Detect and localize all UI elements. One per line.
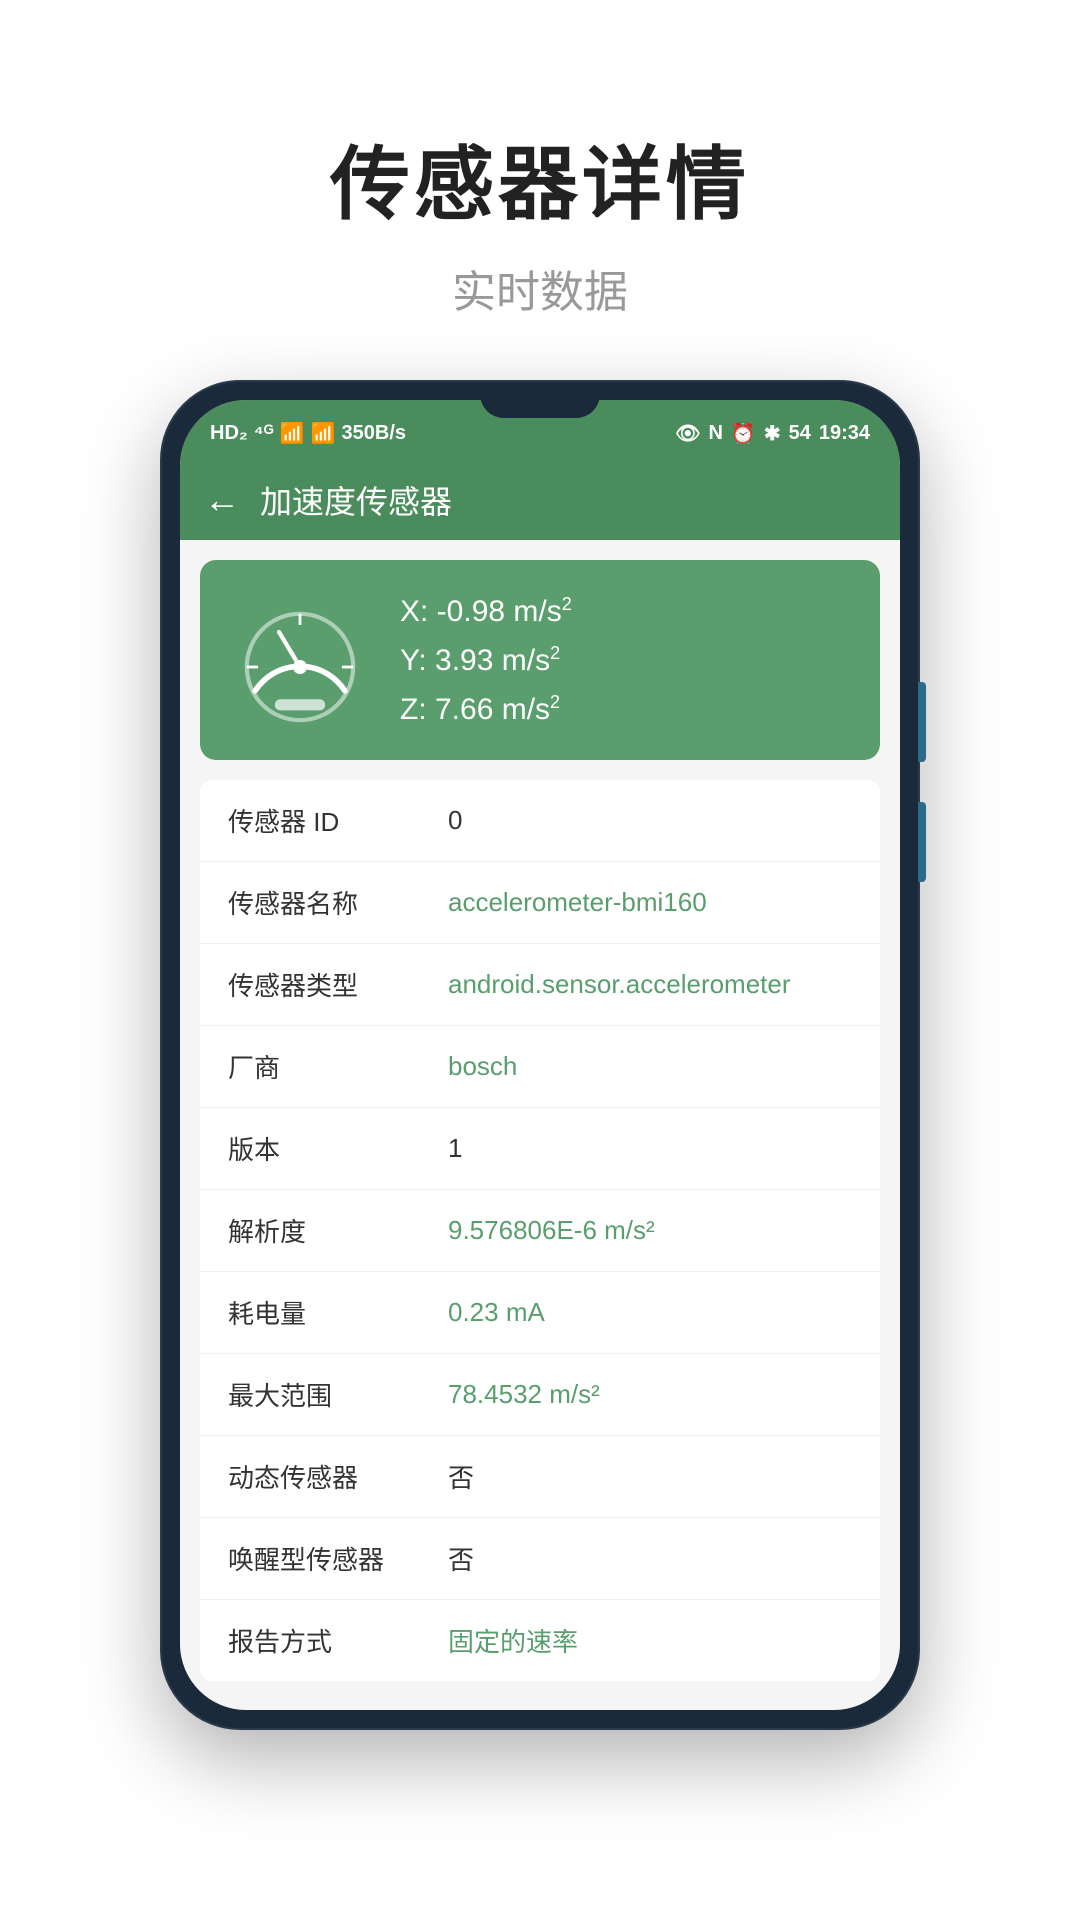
page-subtitle: 实时数据 xyxy=(330,256,750,320)
status-speed: 350B/s xyxy=(342,422,407,445)
value-wakeup: 否 xyxy=(448,1540,852,1577)
info-row-type: 传感器类型 android.sensor.accelerometer xyxy=(200,944,880,1026)
label-wakeup: 唤醒型传感器 xyxy=(228,1540,448,1577)
status-left: HD₂ ⁴ᴳ 📶 📶 350B/s xyxy=(210,421,406,446)
info-row-power: 耗电量 0.23 mA xyxy=(200,1272,880,1354)
value-report: 固定的速率 xyxy=(448,1622,852,1659)
label-vendor: 厂商 xyxy=(228,1048,448,1085)
value-resolution: 9.576806E-6 m/s² xyxy=(448,1215,852,1246)
value-dynamic: 否 xyxy=(448,1458,852,1495)
info-row-report: 报告方式 固定的速率 xyxy=(200,1600,880,1681)
phone-inner: HD₂ ⁴ᴳ 📶 📶 350B/s 👁 N ⏰ ✱ 54 19:34 ← 加速度… xyxy=(180,400,900,1710)
status-right: 👁 N ⏰ ✱ 54 19:34 xyxy=(675,421,870,446)
label-dynamic: 动态传感器 xyxy=(228,1458,448,1495)
phone-notch xyxy=(480,382,600,418)
status-hd: HD₂ xyxy=(210,422,248,445)
info-row-id: 传感器 ID 0 xyxy=(200,780,880,862)
value-type: android.sensor.accelerometer xyxy=(448,969,852,1000)
status-nfc: N xyxy=(708,422,722,445)
label-report: 报告方式 xyxy=(228,1622,448,1659)
label-id: 传感器 ID xyxy=(228,802,448,839)
info-row-max-range: 最大范围 78.4532 m/s² xyxy=(200,1354,880,1436)
label-type: 传感器类型 xyxy=(228,966,448,1003)
status-signal: 📶 xyxy=(280,421,305,446)
value-vendor: bosch xyxy=(448,1051,852,1082)
status-4g1: ⁴ᴳ xyxy=(254,422,274,445)
battery-text: 54 xyxy=(789,422,811,445)
status-alarm: ⏰ xyxy=(731,421,756,446)
value-version: 1 xyxy=(448,1133,852,1164)
label-version: 版本 xyxy=(228,1130,448,1167)
label-max-range: 最大范围 xyxy=(228,1376,448,1413)
speedometer-icon xyxy=(230,590,370,730)
info-row-wakeup: 唤醒型传感器 否 xyxy=(200,1518,880,1600)
status-time: 19:34 xyxy=(819,422,870,445)
value-name: accelerometer-bmi160 xyxy=(448,887,852,918)
value-id: 0 xyxy=(448,805,852,836)
back-button[interactable]: ← xyxy=(204,482,240,518)
info-row-dynamic: 动态传感器 否 xyxy=(200,1436,880,1518)
sensor-values: X: -0.98 m/s2 Y: 3.93 m/s2 Z: 7.66 m/s2 xyxy=(400,594,572,727)
label-power: 耗电量 xyxy=(228,1294,448,1331)
value-max-range: 78.4532 m/s² xyxy=(448,1379,852,1410)
sensor-data-card: X: -0.98 m/s2 Y: 3.93 m/s2 Z: 7.66 m/s2 xyxy=(200,560,880,760)
label-name: 传感器名称 xyxy=(228,884,448,921)
info-row-version: 版本 1 xyxy=(200,1108,880,1190)
z-value: Z: 7.66 m/s2 xyxy=(400,692,572,727)
label-resolution: 解析度 xyxy=(228,1212,448,1249)
info-table: 传感器 ID 0 传感器名称 accelerometer-bmi160 传感器类… xyxy=(200,780,880,1681)
toolbar-title: 加速度传感器 xyxy=(260,477,452,523)
info-row-name: 传感器名称 accelerometer-bmi160 xyxy=(200,862,880,944)
page-header: 传感器详情 实时数据 xyxy=(330,120,750,320)
status-wifi: 📶 xyxy=(311,421,336,446)
info-row-vendor: 厂商 bosch xyxy=(200,1026,880,1108)
y-value: Y: 3.93 m/s2 xyxy=(400,643,572,678)
value-power: 0.23 mA xyxy=(448,1297,852,1328)
phone-mockup: HD₂ ⁴ᴳ 📶 📶 350B/s 👁 N ⏰ ✱ 54 19:34 ← 加速度… xyxy=(160,380,920,1730)
side-button-2 xyxy=(918,802,926,882)
info-row-resolution: 解析度 9.576806E-6 m/s² xyxy=(200,1190,880,1272)
page-title: 传感器详情 xyxy=(330,120,750,236)
x-value: X: -0.98 m/s2 xyxy=(400,594,572,629)
status-eye: 👁 xyxy=(675,421,700,446)
status-bluetooth: ✱ xyxy=(764,421,781,446)
side-button-1 xyxy=(918,682,926,762)
app-toolbar: ← 加速度传感器 xyxy=(180,460,900,540)
